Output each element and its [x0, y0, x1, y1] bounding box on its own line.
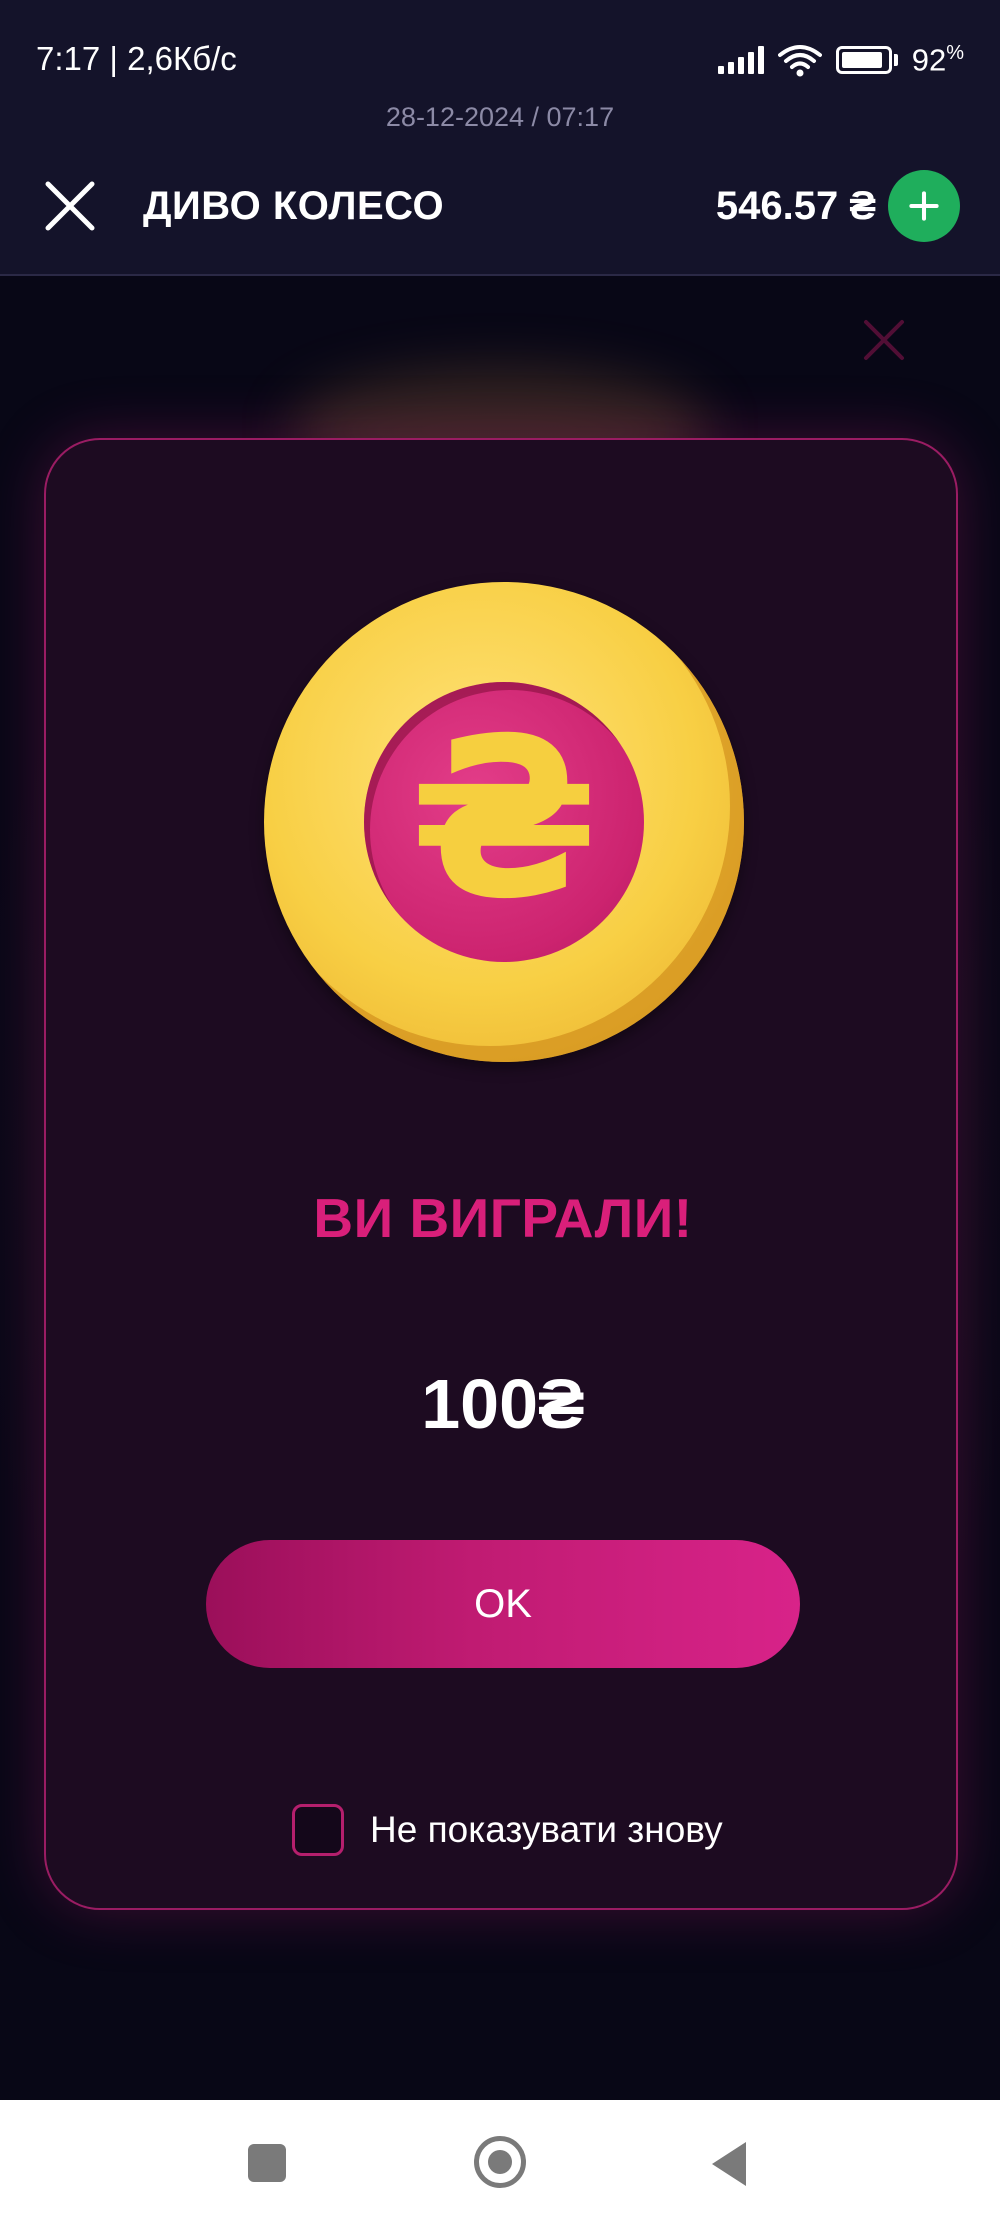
system-nav-bar	[0, 2100, 1000, 2222]
back-icon[interactable]	[712, 2142, 746, 2186]
background-close-icon[interactable]	[862, 318, 906, 362]
win-title: ВИ ВИГРАЛИ!	[313, 1187, 693, 1249]
dont-show-again-option[interactable]: Не показувати знову	[292, 1804, 723, 1856]
battery-percent: 92%	[912, 42, 964, 78]
signal-icon	[717, 46, 764, 74]
status-indicators: 92%	[717, 40, 964, 80]
page-title: ДИВО КОЛЕСО	[143, 184, 445, 228]
win-amount: 100₴	[421, 1365, 585, 1443]
recent-apps-icon[interactable]	[248, 2144, 286, 2182]
coin-symbol: ₴	[409, 691, 599, 947]
hryvnia-coin-icon: ₴	[264, 582, 744, 1062]
battery-fill	[841, 52, 883, 68]
dont-show-again-label: Не показувати знову	[370, 1809, 723, 1850]
wifi-icon	[777, 45, 822, 77]
status-time: 7:17 | 2,6Кб/с	[36, 40, 237, 77]
battery-percent-unit: %	[946, 41, 964, 64]
close-icon[interactable]	[44, 180, 96, 232]
home-icon[interactable]	[474, 2136, 526, 2188]
add-funds-button[interactable]	[888, 170, 960, 242]
battery-icon	[835, 46, 898, 74]
balance-display: 546.57 ₴	[715, 184, 876, 228]
win-modal: ₴ ВИ ВИГРАЛИ! 100₴ OK Не показувати знов…	[44, 438, 958, 1910]
plus-icon	[909, 191, 939, 221]
date-time-line: 28-12-2024 / 07:17	[0, 100, 1000, 140]
battery-percent-value: 92	[911, 42, 947, 78]
app-header: ДИВО КОЛЕСО 546.57 ₴	[0, 140, 1000, 276]
coin-center: ₴	[364, 682, 644, 962]
ok-button[interactable]: OK	[206, 1540, 800, 1668]
dont-show-again-checkbox[interactable]	[292, 1804, 344, 1856]
status-bar: 7:17 | 2,6Кб/с 92%	[0, 0, 1000, 100]
